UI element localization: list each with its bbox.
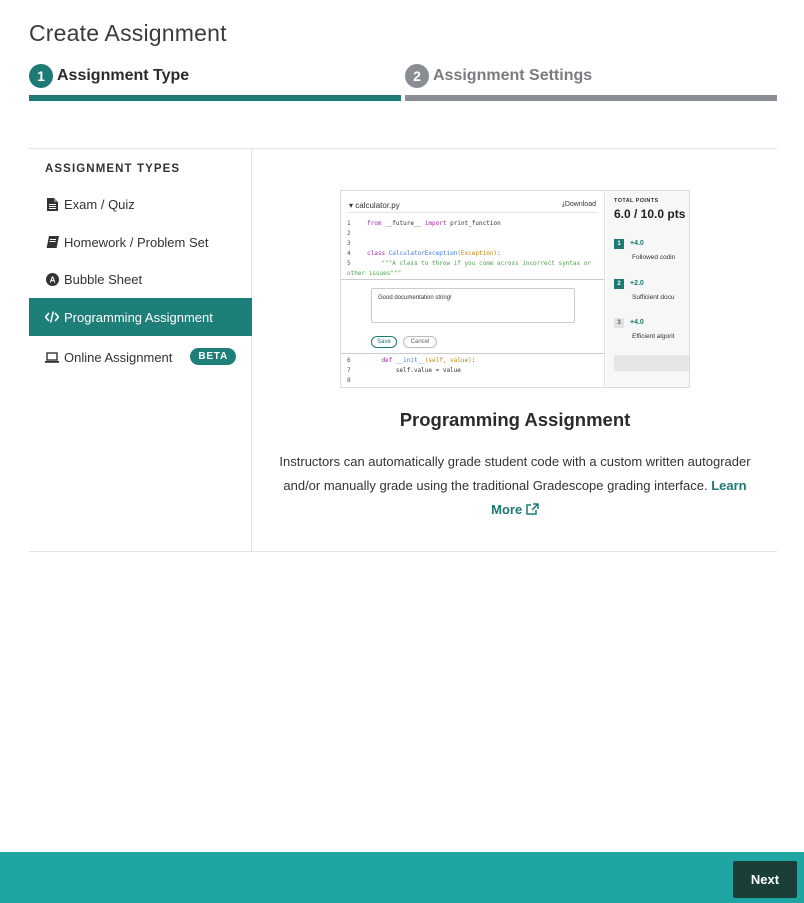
sidebar-item-exam-quiz[interactable]: Exam / Quiz	[29, 185, 252, 223]
sidebar-item-online-assignment[interactable]: Online Assignment BETA	[29, 338, 252, 376]
sidebar-item-label: Bubble Sheet	[64, 271, 143, 287]
preview-comment-text: Good documentation string!	[371, 288, 575, 323]
step-number-1: 1	[29, 64, 53, 88]
code-icon	[45, 310, 59, 324]
code-line: 3	[347, 240, 351, 247]
preview-code-pane: ▾ calculator.py ⤓Download 1 from __future…	[341, 191, 605, 387]
programming-preview-image: ▾ calculator.py ⤓Download 1 from __future…	[340, 190, 690, 388]
code-line: 8	[347, 377, 351, 384]
code-line: other issues"""	[347, 270, 402, 277]
assignment-type-panel: ASSIGNMENT TYPES Exam / Quiz Homework / …	[29, 148, 777, 552]
preview-file-header: ▾ calculator.py ⤓Download	[347, 197, 598, 213]
external-link-icon	[526, 503, 539, 515]
sidebar-item-label: Exam / Quiz	[64, 196, 135, 212]
sidebar-heading: ASSIGNMENT TYPES	[45, 163, 181, 175]
preview-download: ⤓Download	[562, 201, 596, 209]
sidebar-item-label: Homework / Problem Set	[64, 234, 209, 250]
step-number-2: 2	[405, 64, 429, 88]
sidebar-item-label: Programming Assignment	[64, 309, 213, 325]
preview-rubric-item: 2 +2.0 Sufficient docu	[614, 279, 675, 301]
preview-rubric-pane: TOTAL POINTS 6.0 / 10.0 pts 1 +4.0 Followe…	[606, 191, 689, 387]
bubble-a-letter: A	[49, 275, 55, 284]
file-icon	[45, 197, 59, 211]
step-label-assignment-type: Assignment Type	[57, 67, 190, 84]
step-assignment-settings[interactable]: 2 Assignment Settings	[405, 62, 777, 102]
description-text: Instructors can automatically grade stud…	[279, 454, 751, 493]
book-icon	[45, 235, 59, 249]
preview-comment-box: Good documentation string! Save Cancel	[341, 279, 604, 354]
code-line: 2	[347, 230, 351, 237]
preview-download-label: Download	[564, 201, 596, 208]
preview-save-button: Save	[371, 336, 397, 348]
preview-filename-text: calculator.py	[355, 201, 400, 210]
code-line: 5 """A class to throw if you come across…	[347, 260, 591, 267]
sidebar-item-label: Online Assignment	[64, 349, 173, 365]
preview-filename: ▾ calculator.py	[349, 201, 400, 210]
step-progress-bar-inactive	[405, 95, 777, 101]
preview-total-points-value: 6.0 / 10.0 pts	[614, 207, 686, 221]
code-line: 6 def __init__(self, value):	[347, 357, 476, 364]
sidebar-item-programming[interactable]: Programming Assignment	[29, 298, 252, 336]
sidebar-item-homework[interactable]: Homework / Problem Set	[29, 223, 252, 261]
assignment-type-title: Programming Assignment	[399, 409, 631, 430]
bubble-a-icon: A	[45, 272, 59, 286]
preview-total-points-label: TOTAL POINTS	[614, 198, 659, 204]
step-assignment-type[interactable]: 1 Assignment Type	[29, 62, 401, 102]
page-title: Create Assignment	[29, 20, 227, 46]
preview-rubric-item: 3 +4.0 Efficient algorit	[614, 318, 675, 340]
assignment-type-description: Instructors can automatically grade stud…	[275, 450, 755, 522]
footer-bar: Next	[0, 852, 804, 903]
preview-rubric-item: 1 +4.0 Followed codin	[614, 239, 675, 261]
beta-badge: BETA	[190, 348, 236, 365]
step-progress-bar-active	[29, 95, 401, 101]
code-line: 1 from __future__ import print_function	[347, 220, 501, 227]
step-label-assignment-settings: Assignment Settings	[433, 67, 593, 84]
next-button[interactable]: Next	[733, 861, 797, 898]
sidebar-item-bubble-sheet[interactable]: A Bubble Sheet	[29, 260, 252, 298]
code-line: 4 class CalculatorException(Exception):	[347, 250, 501, 257]
stepper: 1 Assignment Type 2 Assignment Settings	[29, 62, 777, 102]
preview-cancel-button: Cancel	[403, 336, 437, 348]
code-line: 7 self.value = value	[347, 367, 461, 374]
preview-comment-bar	[614, 355, 689, 371]
assignment-types-sidebar: ASSIGNMENT TYPES Exam / Quiz Homework / …	[29, 149, 252, 551]
laptop-icon	[45, 350, 59, 364]
